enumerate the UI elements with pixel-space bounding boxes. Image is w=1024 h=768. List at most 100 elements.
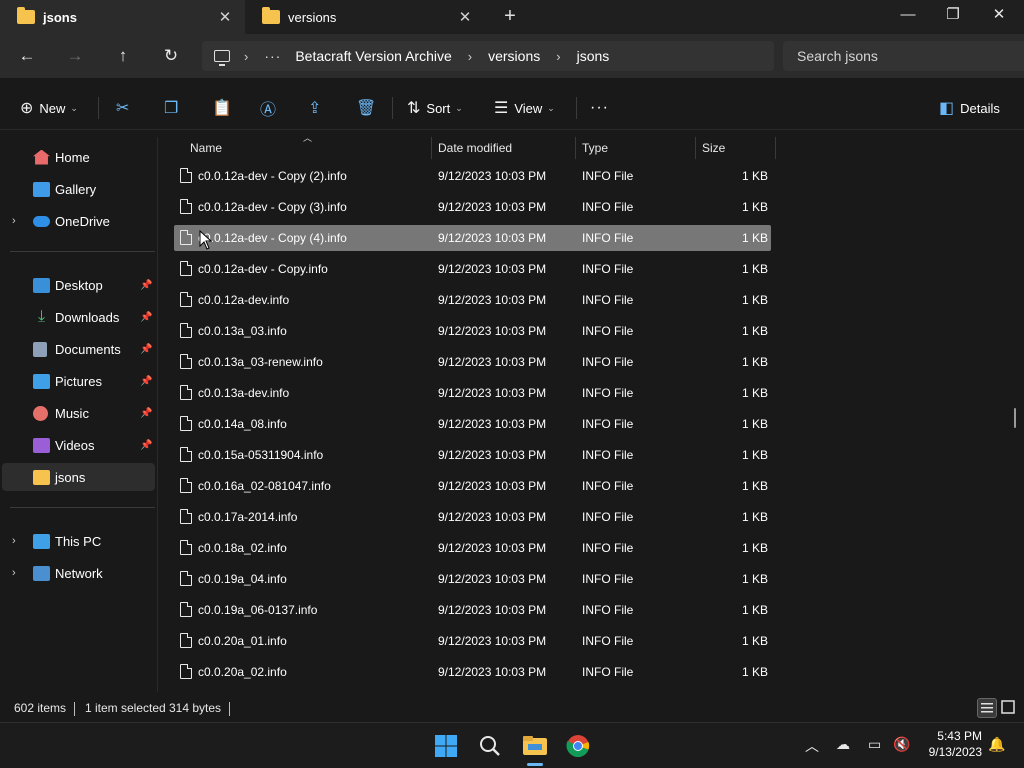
file-date: 9/12/2023 10:03 PM — [438, 479, 547, 493]
column-header-size[interactable]: Size — [696, 137, 776, 159]
file-row[interactable]: c0.0.12a-dev - Copy (3).info 9/12/2023 10… — [174, 194, 771, 220]
close-tab-icon[interactable]: ✕ — [453, 8, 477, 26]
sidebar-item-this-pc[interactable]: › This PC — [2, 527, 155, 555]
sidebar-item-videos[interactable]: Videos 📌 — [2, 431, 155, 459]
file-row[interactable]: c0.0.15a-05311904.info 9/12/2023 10:03 PM… — [174, 442, 771, 468]
sidebar-item-home[interactable]: Home — [2, 143, 155, 171]
view-lines-icon: ☰ — [494, 100, 509, 117]
file-row[interactable]: c0.0.13a_03-renew.info 9/12/2023 10:03 PM… — [174, 349, 771, 375]
file-row[interactable]: c0.0.17a-2014.info 9/12/2023 10:03 PM INFO… — [174, 504, 771, 530]
file-row[interactable]: c0.0.16a_02-081047.info 9/12/2023 10:03 P… — [174, 473, 771, 499]
up-button[interactable]: ↑ — [108, 42, 138, 70]
forward-button[interactable]: → — [60, 42, 90, 70]
file-row[interactable]: c0.0.13a-dev.info 9/12/2023 10:03 PM INFO … — [174, 380, 771, 406]
sidebar-item-downloads[interactable]: ⤓ Downloads 📌 — [2, 303, 155, 331]
file-name: c0.0.12a-dev - Copy (2).info — [198, 169, 347, 183]
details-pane-button[interactable]: ◧ Details — [939, 95, 1000, 121]
address-bar[interactable]: › ··· Betacraft Version Archive › versio… — [202, 41, 774, 71]
paste-button[interactable]: 📋 — [212, 95, 238, 121]
file-date: 9/12/2023 10:03 PM — [438, 541, 547, 555]
file-size: 1 KB — [741, 417, 768, 431]
file-row[interactable]: c0.0.20a_02.info 9/12/2023 10:03 PM INFO F… — [174, 659, 771, 685]
more-options-button[interactable]: ··· — [590, 95, 609, 121]
file-row[interactable]: c0.0.14a_08.info 9/12/2023 10:03 PM INFO F… — [174, 411, 771, 437]
file-row[interactable]: c0.0.12a-dev.info 9/12/2023 10:03 PM INFO … — [174, 287, 771, 313]
chevron-right-icon[interactable]: › — [12, 215, 16, 227]
sort-button[interactable]: ⇅ Sort ⌄ — [407, 95, 463, 121]
system-clock[interactable]: 5:43 PM 9/13/2023 — [912, 728, 982, 760]
file-row[interactable]: c0.0.12a-dev - Copy.info 9/12/2023 10:03 … — [174, 256, 771, 282]
new-tab-button[interactable]: + — [498, 5, 522, 29]
file-size: 1 KB — [741, 169, 768, 183]
file-size: 1 KB — [741, 572, 768, 586]
volume-muted-icon[interactable]: 🔇 — [893, 736, 910, 753]
file-explorer-taskbar-button[interactable] — [520, 732, 550, 766]
breadcrumb-jsons[interactable]: jsons — [577, 48, 610, 64]
file-type: INFO File — [582, 572, 634, 586]
toolbar-divider — [576, 97, 577, 119]
minimize-button[interactable]: — — [885, 0, 931, 32]
maximize-button[interactable]: ❐ — [930, 0, 976, 32]
scissors-icon: ✂ — [116, 100, 130, 117]
sidebar-item-pictures[interactable]: Pictures 📌 — [2, 367, 155, 395]
file-type: INFO File — [582, 355, 634, 369]
vertical-scrollbar[interactable] — [1014, 408, 1016, 428]
back-button[interactable]: ← — [12, 42, 42, 70]
file-row[interactable]: c0.0.18a_02.info 9/12/2023 10:03 PM INFO F… — [174, 535, 771, 561]
delete-button[interactable]: 🗑 — [356, 95, 382, 121]
network-tray-icon[interactable]: ▭ — [868, 736, 881, 753]
file-row[interactable]: c0.0.12a-dev - Copy (4).info 9/12/2023 10… — [174, 225, 771, 251]
column-header-name[interactable]: Name — [184, 137, 432, 159]
breadcrumb-overflow[interactable]: ··· — [264, 48, 281, 64]
close-window-button[interactable]: ✕ — [976, 0, 1022, 32]
new-button[interactable]: ⊕ New ⌄ — [20, 95, 78, 121]
chrome-taskbar-button[interactable] — [564, 732, 594, 760]
search-input[interactable]: Search jsons — [783, 41, 1024, 71]
file-row[interactable]: c0.0.12a-dev - Copy (2).info 9/12/2023 10… — [174, 163, 771, 189]
sidebar-item-jsons[interactable]: jsons — [2, 463, 155, 491]
document-icon — [33, 341, 47, 357]
chevron-right-icon[interactable]: › — [12, 567, 16, 579]
sidebar-item-gallery[interactable]: Gallery — [2, 175, 155, 203]
details-view-button[interactable] — [977, 698, 997, 718]
file-size: 1 KB — [741, 355, 768, 369]
sidebar-item-label: Downloads — [55, 309, 120, 325]
rename-button[interactable]: Ⓐ — [260, 95, 282, 121]
search-taskbar-button[interactable] — [476, 732, 506, 760]
refresh-button[interactable]: ↻ — [156, 42, 186, 70]
file-row[interactable]: c0.0.20a_01.info 9/12/2023 10:03 PM INFO F… — [174, 628, 771, 654]
sidebar-item-onedrive[interactable]: › OneDrive — [2, 207, 155, 235]
file-type: INFO File — [582, 448, 634, 462]
tab-versions[interactable]: versions ✕ — [245, 0, 485, 34]
breadcrumb-betacraft[interactable]: Betacraft Version Archive — [295, 48, 451, 64]
view-button[interactable]: ☰ View ⌄ — [494, 95, 555, 121]
breadcrumb-versions[interactable]: versions — [488, 48, 540, 64]
status-divider — [229, 702, 230, 716]
notification-bell-icon[interactable]: 🔔 — [988, 736, 1005, 753]
sidebar-item-documents[interactable]: Documents 📌 — [2, 335, 155, 363]
column-header-date[interactable]: Date modified — [432, 137, 576, 159]
file-name: c0.0.12a-dev.info — [198, 293, 290, 307]
tab-jsons[interactable]: jsons ✕ — [0, 0, 245, 34]
onedrive-tray-icon[interactable]: ☁ — [836, 736, 850, 753]
chevron-right-icon[interactable]: › — [12, 535, 16, 547]
clipboard-icon: 📋 — [212, 100, 232, 117]
cut-button[interactable]: ✂ — [116, 95, 135, 121]
sidebar-item-music[interactable]: Music 📌 — [2, 399, 155, 427]
sidebar-item-network[interactable]: › Network — [2, 559, 155, 587]
share-button[interactable]: ⇪ — [308, 95, 327, 121]
start-button[interactable] — [432, 732, 462, 760]
share-icon: ⇪ — [308, 100, 322, 117]
tiles-view-icon — [1001, 700, 1015, 714]
file-row[interactable]: c0.0.13a_03.info 9/12/2023 10:03 PM INFO F… — [174, 318, 771, 344]
file-row[interactable]: c0.0.19a_04.info 9/12/2023 10:03 PM INFO F… — [174, 566, 771, 592]
file-name: c0.0.19a_06-0137.info — [198, 603, 318, 617]
tiles-view-button[interactable] — [999, 698, 1019, 718]
file-row[interactable]: c0.0.19a_06-0137.info 9/12/2023 10:03 PM I… — [174, 597, 771, 623]
file-date: 9/12/2023 10:03 PM — [438, 355, 547, 369]
column-header-type[interactable]: Type — [576, 137, 696, 159]
show-hidden-icons-button[interactable]: ︿ — [805, 736, 819, 756]
sidebar-item-desktop[interactable]: Desktop 📌 — [2, 271, 155, 299]
copy-button[interactable]: ❐ — [164, 95, 184, 121]
close-tab-icon[interactable]: ✕ — [213, 8, 237, 26]
